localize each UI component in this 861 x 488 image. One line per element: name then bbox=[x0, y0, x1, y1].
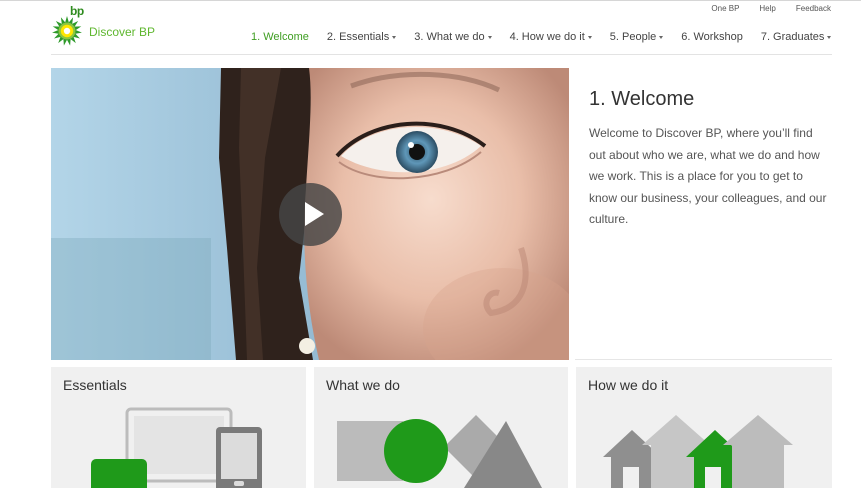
chevron-down-icon bbox=[827, 36, 832, 39]
chevron-down-icon bbox=[392, 36, 397, 39]
nav-item-what-we-do[interactable]: 3. What we do bbox=[414, 31, 492, 43]
nav-item-essentials[interactable]: 2. Essentials bbox=[326, 31, 397, 43]
nav-item-label: 2. Essentials bbox=[326, 31, 390, 43]
page-title: 1. Welcome bbox=[589, 88, 695, 110]
nav-item-label: 5. People bbox=[609, 31, 657, 43]
hero-video[interactable] bbox=[51, 68, 569, 360]
helios-logo-icon bbox=[52, 16, 82, 46]
one-bp-link[interactable]: One BP bbox=[711, 4, 739, 13]
devices-icon bbox=[91, 407, 262, 488]
nav-item-label: 4. How we do it bbox=[509, 31, 585, 43]
card-what-we-do[interactable]: What we do bbox=[314, 367, 568, 488]
shapes-icon bbox=[337, 415, 542, 488]
card-essentials[interactable]: Essentials bbox=[51, 367, 306, 488]
top-border bbox=[0, 0, 861, 1]
utility-links: One BP Help Feedback bbox=[711, 4, 831, 13]
nav-item-label: 7. Graduates bbox=[760, 31, 825, 43]
intro-text: Welcome to Discover BP, where you’ll fin… bbox=[589, 126, 827, 226]
chevron-down-icon bbox=[487, 36, 492, 39]
nav-item-workshop[interactable]: 6. Workshop bbox=[681, 31, 743, 43]
intro-panel: 1. Welcome Welcome to Discover BP, where… bbox=[575, 68, 832, 360]
nav-item-label: 1. Welcome bbox=[251, 31, 309, 43]
nav-item-how-we-do-it[interactable]: 4. How we do it bbox=[510, 31, 592, 43]
help-link[interactable]: Help bbox=[759, 4, 775, 13]
main-nav: 1. Welcome 2. Essentials 3. What we do 4… bbox=[251, 31, 832, 43]
nav-item-people[interactable]: 5. People bbox=[609, 31, 664, 43]
play-icon bbox=[305, 202, 324, 226]
chevron-down-icon bbox=[587, 36, 592, 39]
houses-icon bbox=[603, 415, 793, 488]
brand-name: Discover BP bbox=[89, 25, 156, 39]
header-divider bbox=[51, 54, 832, 55]
chevron-down-icon bbox=[659, 36, 664, 39]
nav-item-label: 3. What we do bbox=[414, 31, 485, 43]
nav-item-label: 6. Workshop bbox=[681, 31, 743, 43]
play-button[interactable] bbox=[279, 183, 342, 246]
nav-item-graduates[interactable]: 7. Graduates bbox=[761, 31, 832, 43]
feedback-link[interactable]: Feedback bbox=[796, 4, 831, 13]
nav-item-welcome[interactable]: 1. Welcome bbox=[251, 31, 309, 43]
card-how-we-do-it[interactable]: How we do it bbox=[576, 367, 832, 488]
logo[interactable]: bp Discover BP bbox=[51, 4, 181, 50]
